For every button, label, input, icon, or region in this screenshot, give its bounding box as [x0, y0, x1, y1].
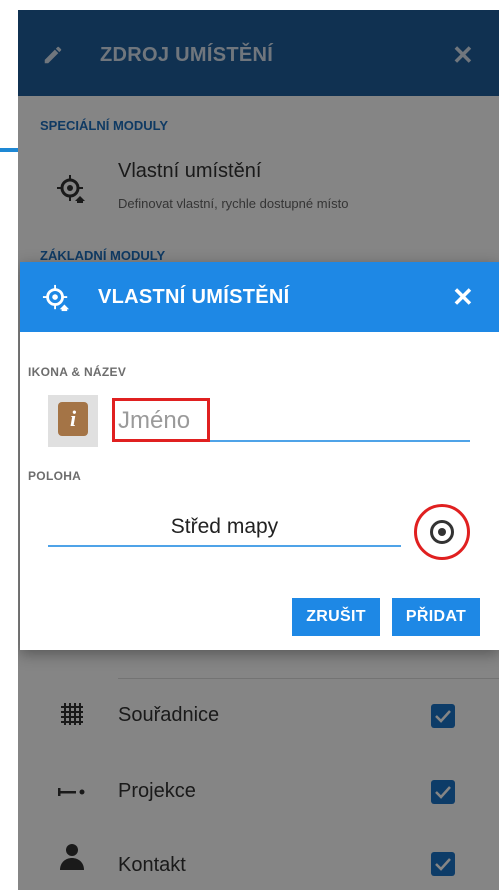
- add-button[interactable]: PŘIDAT: [392, 598, 480, 636]
- position-field[interactable]: Střed mapy: [48, 507, 401, 547]
- dialog-title: VLASTNÍ UMÍSTĚNÍ: [98, 286, 290, 308]
- poi-icon-picker[interactable]: i: [48, 395, 98, 447]
- dialog-header: VLASTNÍ UMÍSTĚNÍ ✕: [20, 262, 499, 332]
- left-strip: [0, 0, 18, 890]
- dialog-close-icon[interactable]: ✕: [452, 282, 474, 313]
- info-pin-icon: i: [58, 402, 88, 436]
- location-target-icon: [42, 284, 70, 312]
- position-label: POLOHA: [28, 469, 82, 483]
- cancel-button[interactable]: ZRUŠIT: [292, 598, 380, 636]
- name-input[interactable]: [112, 402, 470, 442]
- map-center-target-button[interactable]: [414, 504, 470, 560]
- custom-location-dialog: VLASTNÍ UMÍSTĚNÍ ✕ IKONA & NÁZEV i POLOH…: [20, 262, 499, 650]
- target-dot-icon: [438, 528, 446, 536]
- left-strip-accent: [0, 148, 18, 152]
- screenshot-frame: ZDROJ UMÍSTĚNÍ ✕ SPECIÁLNÍ MODULY Vlastn…: [0, 0, 499, 890]
- phone-screen: ZDROJ UMÍSTĚNÍ ✕ SPECIÁLNÍ MODULY Vlastn…: [18, 10, 499, 890]
- icon-name-label: IKONA & NÁZEV: [28, 365, 127, 379]
